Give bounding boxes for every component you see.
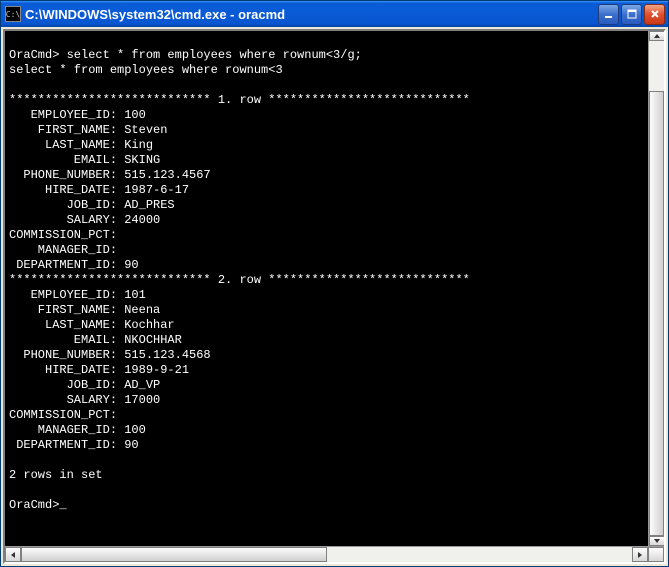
window-title: C:\WINDOWS\system32\cmd.exe - oracmd (25, 7, 598, 22)
scrollbar-corner (648, 547, 664, 562)
chevron-down-icon (653, 537, 661, 545)
vertical-scrollbar[interactable] (648, 31, 664, 546)
scroll-right-button[interactable] (632, 547, 648, 562)
terminal-container: OraCmd> select * from employees where ro… (3, 29, 666, 564)
minimize-icon (604, 9, 614, 19)
maximize-icon (627, 9, 637, 19)
scroll-thumb-horizontal[interactable] (21, 547, 327, 562)
scroll-down-button[interactable] (649, 536, 664, 546)
app-icon: C:\ (5, 6, 21, 22)
horizontal-scrollbar[interactable] (5, 546, 664, 562)
scroll-track-vertical[interactable] (649, 41, 664, 536)
titlebar[interactable]: C:\ C:\WINDOWS\system32\cmd.exe - oracmd (1, 1, 668, 27)
chevron-left-icon (9, 551, 17, 559)
chevron-right-icon (636, 551, 644, 559)
minimize-button[interactable] (598, 4, 619, 25)
close-button[interactable] (644, 4, 665, 25)
close-icon (650, 9, 660, 19)
scroll-track-horizontal[interactable] (21, 547, 632, 562)
scroll-up-button[interactable] (649, 31, 664, 41)
chevron-up-icon (653, 32, 661, 40)
window-buttons (598, 4, 665, 25)
terminal-output[interactable]: OraCmd> select * from employees where ro… (5, 31, 648, 546)
maximize-button[interactable] (621, 4, 642, 25)
scroll-thumb-vertical[interactable] (649, 91, 664, 537)
scroll-left-button[interactable] (5, 547, 21, 562)
cmd-window: C:\ C:\WINDOWS\system32\cmd.exe - oracmd… (0, 0, 669, 567)
